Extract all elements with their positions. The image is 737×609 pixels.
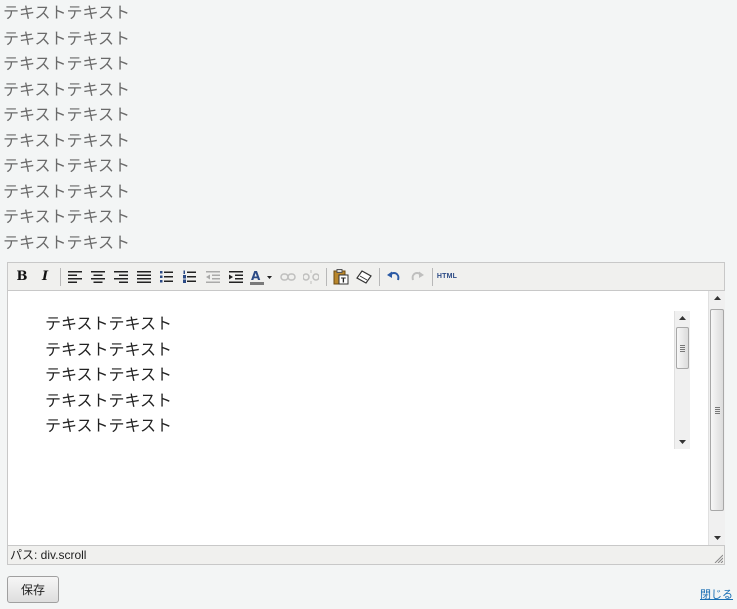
bullet-list-button[interactable] xyxy=(157,267,177,287)
background-text-block: テキストテキスト テキストテキスト テキストテキスト テキストテキスト テキスト… xyxy=(3,2,130,257)
toolbar-separator xyxy=(60,267,61,286)
redo-icon xyxy=(411,271,424,280)
link-icon xyxy=(280,272,296,281)
align-justify-icon xyxy=(137,270,151,283)
background-text-line: テキストテキスト xyxy=(3,207,131,226)
content-line: テキストテキスト xyxy=(45,390,173,410)
background-text-line: テキストテキスト xyxy=(3,105,131,124)
bullet-list-icon xyxy=(160,271,173,283)
numbered-list-icon xyxy=(183,270,196,283)
arrow-up-icon xyxy=(679,316,686,320)
scroll-div: テキストテキスト テキストテキスト テキストテキスト テキストテキスト テキスト… xyxy=(38,311,690,449)
undo-icon xyxy=(387,271,400,280)
scroll-up-button[interactable] xyxy=(675,311,690,325)
content-line: テキストテキスト xyxy=(45,339,173,359)
grip-icon xyxy=(714,406,720,414)
editor-statusbar: パス: div.scroll xyxy=(8,545,724,564)
scroll-thumb[interactable] xyxy=(676,327,689,369)
editor-scrollbar[interactable] xyxy=(708,291,725,545)
svg-text:A: A xyxy=(251,269,261,283)
resize-handle-icon[interactable] xyxy=(713,553,723,563)
link-button[interactable] xyxy=(278,267,298,287)
unlink-button[interactable] xyxy=(301,267,321,287)
html-source-button[interactable]: HTML xyxy=(437,267,457,287)
paste-text-icon: T xyxy=(333,268,349,284)
text-color-button[interactable]: A xyxy=(249,267,275,287)
editor-content-area[interactable]: テキストテキスト テキストテキスト テキストテキスト テキストテキスト テキスト… xyxy=(8,291,725,545)
paste-text-button[interactable]: T xyxy=(331,267,351,287)
editor-toolbar: B I A T HTML xyxy=(8,263,724,291)
background-text-line: テキストテキスト xyxy=(3,28,131,48)
background-text-line: テキストテキスト xyxy=(3,232,131,252)
align-right-button[interactable] xyxy=(111,267,131,287)
background-text-line: テキストテキスト xyxy=(3,3,131,22)
outdent-icon xyxy=(206,270,220,283)
undo-button[interactable] xyxy=(384,267,404,287)
element-path: パス: div.scroll xyxy=(10,548,87,562)
italic-button[interactable]: I xyxy=(35,267,55,287)
align-justify-button[interactable] xyxy=(134,267,154,287)
bold-button[interactable]: B xyxy=(12,267,32,287)
unlink-icon xyxy=(303,269,319,284)
svg-text:T: T xyxy=(341,276,346,284)
indent-button[interactable] xyxy=(226,267,246,287)
save-button[interactable]: 保存 xyxy=(7,576,59,603)
content-line: テキストテキスト xyxy=(45,416,173,435)
eraser-button[interactable] xyxy=(354,267,374,287)
scroll-down-button[interactable] xyxy=(709,531,725,545)
redo-button[interactable] xyxy=(407,267,427,287)
bold-icon: B xyxy=(16,269,28,284)
content-line: テキストテキスト xyxy=(45,314,173,333)
background-text-line: テキストテキスト xyxy=(3,54,131,73)
indent-icon xyxy=(229,270,243,283)
align-right-icon xyxy=(114,270,128,283)
arrow-down-icon xyxy=(679,440,686,444)
background-text-line: テキストテキスト xyxy=(3,79,131,99)
html-source-icon: HTML xyxy=(436,273,458,280)
italic-icon: I xyxy=(41,269,49,284)
align-center-icon xyxy=(91,270,105,283)
text-color-icon: A xyxy=(250,269,272,285)
scroll-down-button[interactable] xyxy=(675,435,690,449)
align-center-button[interactable] xyxy=(88,267,108,287)
numbered-list-button[interactable] xyxy=(180,267,200,287)
content-line: テキストテキスト xyxy=(45,365,173,384)
align-left-icon xyxy=(68,270,82,283)
outdent-button[interactable] xyxy=(203,267,223,287)
toolbar-separator xyxy=(326,267,327,286)
scroll-thumb[interactable] xyxy=(710,309,724,511)
inner-scrollbar[interactable] xyxy=(674,311,690,449)
arrow-up-icon xyxy=(713,296,721,300)
eraser-icon xyxy=(356,269,372,284)
toolbar-separator xyxy=(432,267,433,286)
toolbar-separator xyxy=(379,267,380,286)
scroll-up-button[interactable] xyxy=(709,291,725,305)
align-left-button[interactable] xyxy=(65,267,85,287)
background-text-line: テキストテキスト xyxy=(3,130,131,150)
background-text-line: テキストテキスト xyxy=(3,156,131,175)
arrow-down-icon xyxy=(713,536,721,540)
close-link[interactable]: 閉じる xyxy=(700,586,733,602)
grip-icon xyxy=(680,344,685,352)
background-text-line: テキストテキスト xyxy=(3,181,131,201)
rich-text-editor: B I A T HTML テキストテキスト テキストテキスト テキストテキスト … xyxy=(7,262,725,565)
